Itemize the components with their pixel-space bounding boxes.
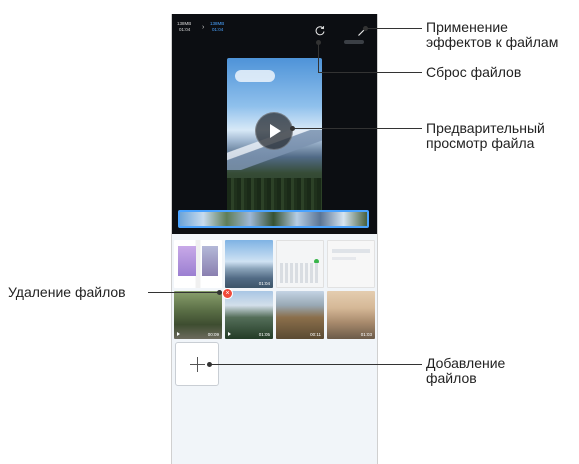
callout-preview-file: Предварительный просмотр файла [426,120,545,151]
callout-line [210,364,422,365]
video-icon [177,332,180,336]
close-icon: × [225,290,230,297]
file-thumbnail[interactable] [327,240,375,288]
original-duration: 01:04 [179,27,191,32]
video-editor-area: 138MB 01:04 › 138MB 01:04 [172,14,377,234]
callout-line [293,128,422,129]
thumb-keyboard [280,263,320,283]
callout-line [318,72,422,73]
original-file-info: 138MB 01:04 [177,21,191,33]
video-icon [228,332,231,336]
edited-file-info: 138MB 01:04 [210,21,224,33]
file-duration: 01:05 [258,332,270,337]
callout-line [318,42,319,72]
thumb-screen-b [202,246,218,276]
play-icon [270,124,281,138]
file-duration: 01:03 [360,332,372,337]
file-duration: 01:04 [258,281,270,286]
callout-reset-files: Сброс файлов [426,64,522,80]
save-button[interactable] [344,40,364,44]
thumb-bar [332,249,370,253]
file-thumbnail[interactable] [174,240,222,288]
edited-duration: 01:04 [212,27,224,32]
play-button[interactable] [255,112,293,150]
editor-top-bar: 138MB 01:04 › 138MB 01:04 [172,14,377,44]
file-thumbnail[interactable] [276,240,324,288]
callout-apply-effects: Применение эффектов к файлам [426,19,559,50]
chevron-right-icon: › [202,24,205,31]
thumb-bar [332,257,356,260]
thumb-screen-a [178,246,196,276]
file-thumbnail[interactable]: 00:09 [174,291,222,339]
callout-line [148,292,218,293]
file-duration: 00:09 [207,332,219,337]
file-thumbnail[interactable]: 01:03 [327,291,375,339]
callout-add-files: Добавление файлов [426,355,506,386]
delete-file-button[interactable]: × [222,288,233,299]
file-thumbnail[interactable]: 00:11 [276,291,324,339]
callout-delete-files: Удаление файлов [8,284,126,300]
file-thumbnail[interactable]: 01:05 [225,291,273,339]
timeline-strip[interactable] [178,210,369,228]
plus-icon-vertical [197,357,198,372]
file-thumbnail[interactable]: 01:04 [225,240,273,288]
phone-screen: 138MB 01:04 › 138MB 01:04 01:04 00:09 01… [171,14,378,464]
preview-cloud [235,70,275,82]
file-duration: 00:11 [310,332,321,337]
reset-icon [315,26,325,36]
reset-button[interactable] [314,24,326,36]
callout-line [366,28,422,29]
